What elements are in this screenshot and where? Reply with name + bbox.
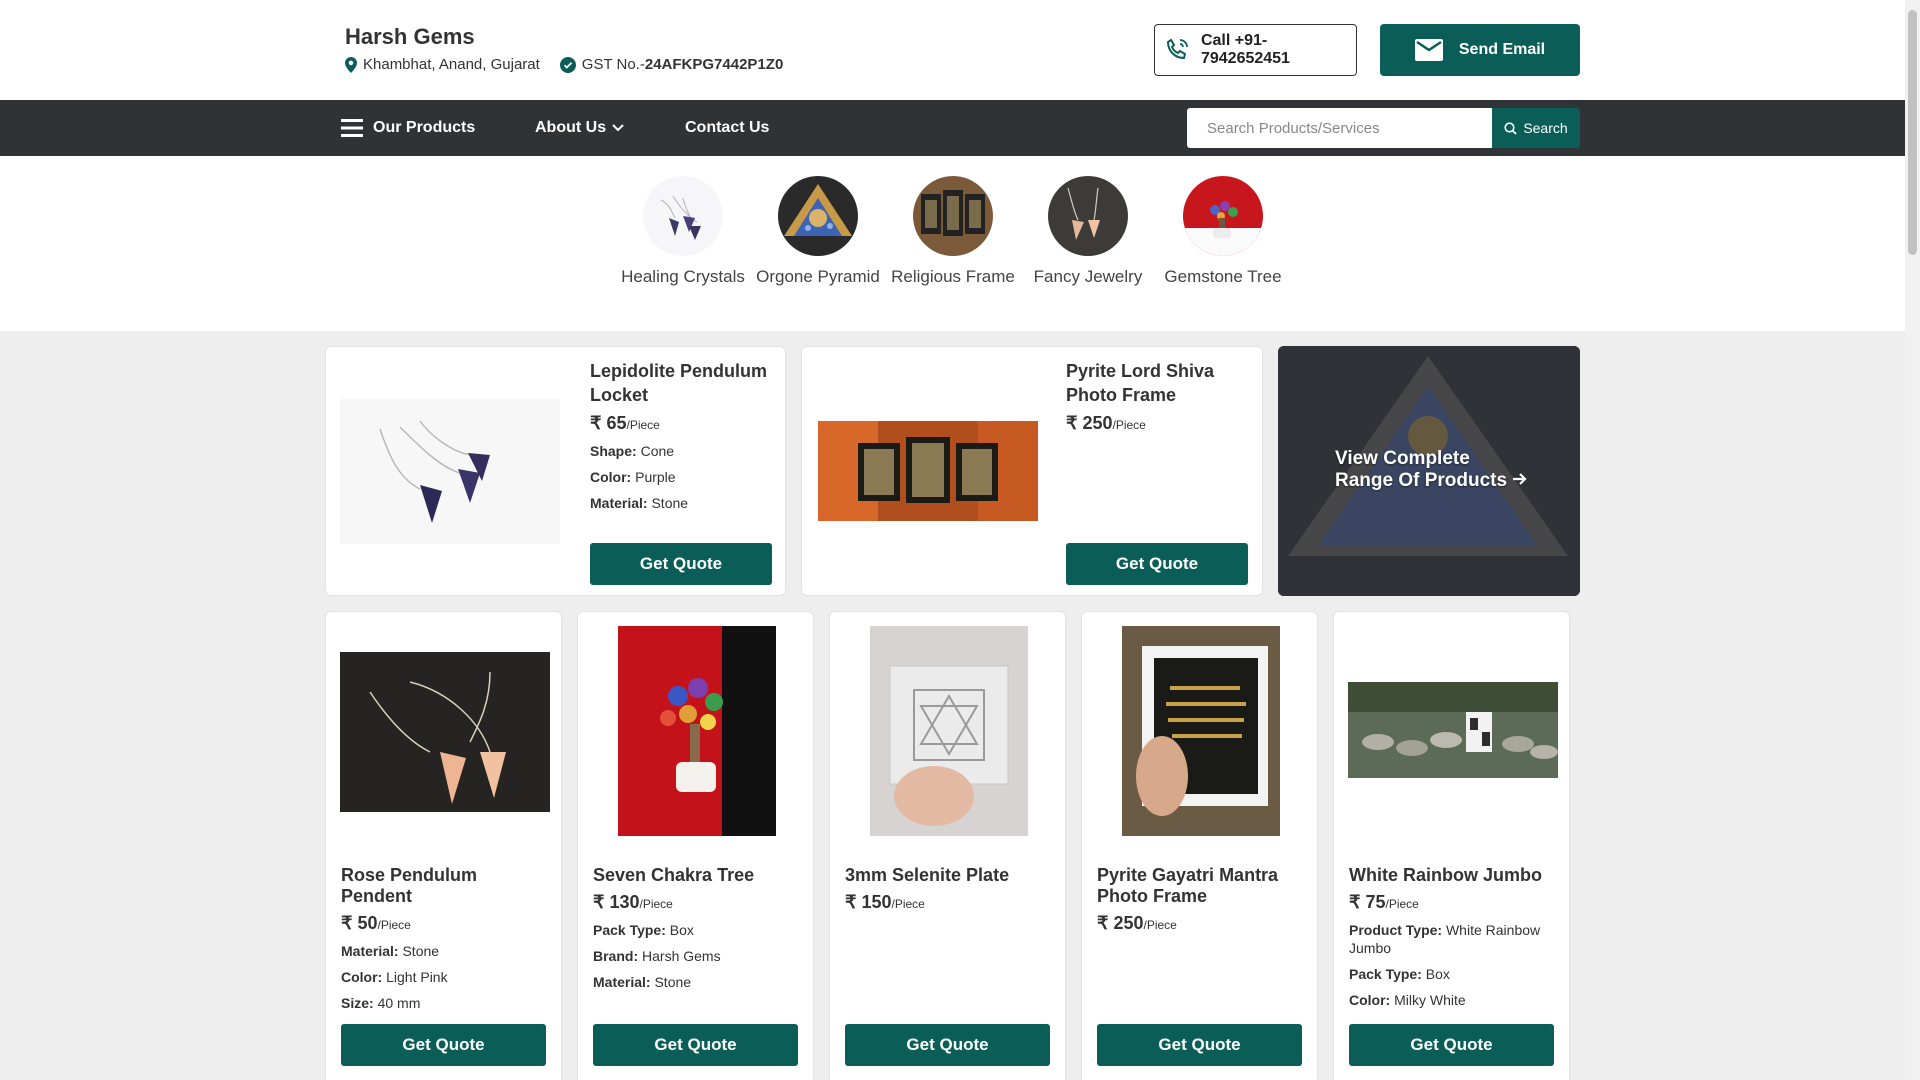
company-meta: Khambhat, Anand, Gujarat GST No.- 24AFKP… bbox=[345, 56, 783, 73]
menu-icon bbox=[341, 119, 363, 137]
search-button-label: Search bbox=[1523, 120, 1568, 136]
category-label: Gemstone Tree bbox=[1164, 267, 1282, 286]
scrollbar-thumb[interactable] bbox=[1908, 10, 1917, 255]
location-pin-icon bbox=[345, 56, 357, 73]
product-title[interactable]: Seven Chakra Tree bbox=[593, 865, 803, 886]
category-religious-frame[interactable]: Religious Frame bbox=[888, 176, 1018, 288]
product-title[interactable]: Rose Pendulum Pendent bbox=[341, 865, 551, 907]
category-label: Healing Crystals bbox=[621, 267, 745, 286]
product-card[interactable]: Rose Pendulum Pendent ₹ 50/Piece Materia… bbox=[325, 611, 562, 1080]
product-title[interactable]: Pyrite Lord Shiva Photo Frame bbox=[1066, 359, 1251, 407]
call-button[interactable]: Call +91-7942652451 bbox=[1154, 24, 1357, 76]
get-quote-button[interactable]: Get Quote bbox=[1066, 543, 1248, 585]
send-email-button[interactable]: Send Email bbox=[1380, 24, 1580, 76]
main-nav: Our Products About Us Contact Us Search bbox=[0, 100, 1905, 156]
nav-about-us-label: About Us bbox=[535, 119, 607, 136]
arrow-right-icon bbox=[1513, 473, 1527, 485]
site-header: Harsh Gems Khambhat, Anand, Gujarat GST … bbox=[0, 0, 1905, 100]
product-attr: Brand: Harsh Gems bbox=[593, 948, 721, 964]
category-image bbox=[643, 176, 723, 256]
company-name[interactable]: Harsh Gems bbox=[345, 24, 475, 50]
product-image bbox=[618, 626, 776, 836]
view-complete-range-banner[interactable]: View Complete Range Of Products bbox=[1278, 346, 1580, 596]
featured-product-card[interactable]: Pyrite Lord Shiva Photo Frame ₹ 250/Piec… bbox=[801, 346, 1263, 596]
category-gemstone-tree[interactable]: Gemstone Tree bbox=[1158, 176, 1288, 288]
category-strip: Healing Crystals Orgone Pyramid Religiou… bbox=[0, 156, 1905, 331]
product-price: ₹ 65/Piece bbox=[590, 413, 660, 433]
verified-check-icon bbox=[559, 56, 576, 73]
category-label: Orgone Pyramid bbox=[756, 267, 880, 286]
product-title[interactable]: Lepidolite Pendulum Locket bbox=[590, 359, 775, 407]
product-price: ₹ 130/Piece bbox=[593, 892, 673, 912]
category-image bbox=[1183, 176, 1263, 256]
category-orgone-pyramid[interactable]: Orgone Pyramid bbox=[753, 176, 883, 288]
product-price: ₹ 250/Piece bbox=[1097, 913, 1177, 933]
product-title[interactable]: White Rainbow Jumbo bbox=[1349, 865, 1559, 886]
search-icon bbox=[1504, 121, 1517, 135]
product-attr: Pack Type: Box bbox=[593, 922, 694, 938]
nav-our-products[interactable]: Our Products bbox=[341, 100, 475, 156]
envelope-icon bbox=[1414, 39, 1443, 61]
nav-contact-us[interactable]: Contact Us bbox=[685, 100, 769, 156]
nav-our-products-label: Our Products bbox=[373, 119, 476, 136]
product-attr: Material: Stone bbox=[341, 943, 440, 959]
product-image bbox=[1348, 682, 1558, 778]
product-card[interactable]: White Rainbow Jumbo ₹ 75/Piece Product T… bbox=[1333, 611, 1570, 1080]
call-label: Call +91-7942652451 bbox=[1200, 32, 1290, 67]
product-attr: Color: Purple bbox=[590, 469, 676, 485]
product-price: ₹ 150/Piece bbox=[845, 892, 925, 912]
search-input[interactable] bbox=[1187, 108, 1492, 148]
get-quote-button[interactable]: Get Quote bbox=[845, 1024, 1050, 1066]
product-title[interactable]: 3mm Selenite Plate bbox=[845, 865, 1055, 886]
product-card[interactable]: 3mm Selenite Plate ₹ 150/Piece Get Quote bbox=[829, 611, 1066, 1080]
send-email-label: Send Email bbox=[1458, 41, 1546, 58]
get-quote-button[interactable]: Get Quote bbox=[593, 1024, 798, 1066]
category-healing-crystals[interactable]: Healing Crystals bbox=[618, 176, 748, 288]
product-attr: Material: Stone bbox=[590, 495, 689, 511]
gst-label: GST No.- bbox=[581, 56, 645, 73]
product-attr: Size: 40 mm bbox=[341, 995, 421, 1011]
product-image bbox=[818, 421, 1038, 521]
get-quote-button[interactable]: Get Quote bbox=[590, 543, 772, 585]
product-attr: Material: Stone bbox=[593, 974, 692, 990]
product-title[interactable]: Pyrite Gayatri Mantra Photo Frame bbox=[1097, 865, 1307, 907]
get-quote-button[interactable]: Get Quote bbox=[1349, 1024, 1554, 1066]
product-card[interactable]: Seven Chakra Tree ₹ 130/Piece Pack Type:… bbox=[577, 611, 814, 1080]
product-price: ₹ 250/Piece bbox=[1066, 413, 1146, 433]
category-fancy-jewelry[interactable]: Fancy Jewelry bbox=[1023, 176, 1153, 288]
featured-product-card[interactable]: Lepidolite Pendulum Locket ₹ 65/Piece Sh… bbox=[325, 346, 786, 596]
category-label: Religious Frame bbox=[891, 267, 1015, 286]
product-attr: Color: Milky White bbox=[1349, 992, 1466, 1008]
view-complete-range-text: View Complete Range Of Products bbox=[1335, 448, 1528, 492]
product-image bbox=[340, 399, 560, 544]
product-attr: Color: Light Pink bbox=[341, 969, 448, 985]
chevron-down-icon bbox=[612, 124, 624, 132]
category-image bbox=[913, 176, 993, 256]
category-label: Fancy Jewelry bbox=[1033, 267, 1143, 286]
get-quote-button[interactable]: Get Quote bbox=[1097, 1024, 1302, 1066]
product-image bbox=[1122, 626, 1280, 836]
product-price: ₹ 50/Piece bbox=[341, 913, 411, 933]
get-quote-button[interactable]: Get Quote bbox=[341, 1024, 546, 1066]
product-attr: Pack Type: Box bbox=[1349, 966, 1450, 982]
gst-number: 24AFKPG7442P1Z0 bbox=[644, 56, 784, 73]
product-card[interactable]: Pyrite Gayatri Mantra Photo Frame ₹ 250/… bbox=[1081, 611, 1318, 1080]
product-attr: Shape: Cone bbox=[590, 443, 675, 459]
location-text: Khambhat, Anand, Gujarat bbox=[363, 56, 540, 73]
search-button[interactable]: Search bbox=[1492, 108, 1580, 148]
nav-about-us[interactable]: About Us bbox=[535, 100, 624, 156]
product-attr: Product Type: White Rainbow Jumbo bbox=[1349, 922, 1541, 956]
product-price: ₹ 75/Piece bbox=[1349, 892, 1419, 912]
phone-icon bbox=[1166, 38, 1188, 59]
product-image bbox=[340, 652, 550, 812]
category-image bbox=[778, 176, 858, 256]
nav-contact-us-label: Contact Us bbox=[685, 119, 770, 136]
product-image bbox=[870, 626, 1028, 836]
category-image bbox=[1048, 176, 1128, 256]
